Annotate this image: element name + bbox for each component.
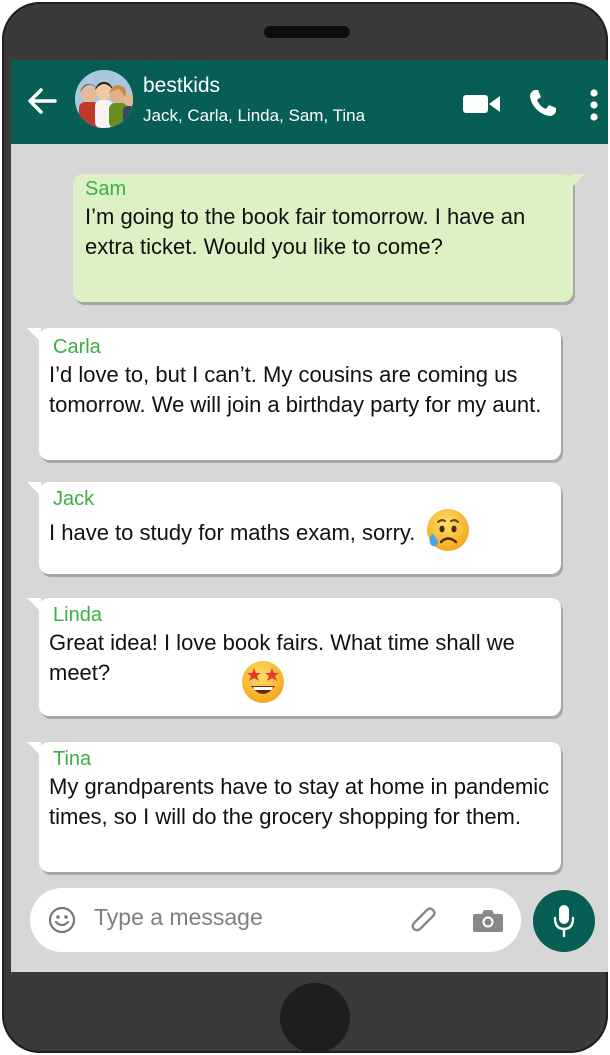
message-text: I’d love to, but I can’t. My cousins are… [49, 362, 542, 417]
phone-icon[interactable] [528, 88, 558, 118]
message-text: I’m going to the book fair tomorrow. I h… [85, 204, 526, 259]
chat-screen: bestkids Jack, Carla, Linda, Sam, Tina S… [11, 60, 608, 972]
chat-title[interactable]: bestkids [143, 74, 220, 98]
back-arrow-icon[interactable] [25, 84, 59, 118]
mic-icon [553, 905, 575, 938]
group-avatar[interactable] [75, 70, 133, 128]
mic-button[interactable] [533, 890, 595, 952]
phone-speaker [264, 26, 350, 38]
message-bubble-incoming[interactable]: Jack I have to study for maths exam, sor… [27, 482, 561, 574]
message-bubble-incoming[interactable]: Carla I’d love to, but I can’t. My cousi… [27, 328, 561, 460]
bubble-tail [27, 742, 41, 756]
video-call-icon[interactable] [463, 92, 501, 116]
message-text: I have to study for maths exam, sorry. [49, 520, 416, 545]
more-options-icon[interactable] [589, 88, 599, 122]
message-sender: Carla [53, 336, 101, 358]
home-button[interactable] [280, 983, 350, 1053]
message-bubble-outgoing[interactable]: Sam I’m going to the book fair tomorrow.… [73, 174, 585, 302]
bubble-tail [27, 598, 41, 612]
message-bubble-incoming[interactable]: Linda Great idea! I love book fairs. Wha… [27, 598, 561, 716]
message-sender: Linda [53, 604, 102, 626]
message-sender: Tina [53, 748, 92, 770]
camera-icon[interactable] [471, 906, 505, 934]
smiley-icon[interactable] [48, 906, 76, 934]
chat-header: bestkids Jack, Carla, Linda, Sam, Tina [11, 60, 608, 144]
sad-tear-emoji [427, 509, 470, 551]
message-sender: Jack [53, 488, 95, 510]
message-input-bar[interactable]: Type a message [30, 888, 521, 952]
chat-members[interactable]: Jack, Carla, Linda, Sam, Tina [143, 106, 365, 126]
bubble-tail [27, 482, 41, 496]
phone-frame: bestkids Jack, Carla, Linda, Sam, Tina S… [2, 2, 608, 1053]
message-sender: Sam [85, 178, 127, 200]
message-bubble-incoming[interactable]: Tina My grandparents have to stay at hom… [27, 742, 561, 872]
message-input[interactable]: Type a message [94, 904, 263, 931]
star-struck-emoji [242, 661, 284, 703]
bubble-tail [27, 328, 41, 342]
bubble-tail [571, 174, 585, 188]
attach-icon[interactable] [407, 904, 441, 938]
message-text: My grandparents have to stay at home in … [49, 774, 550, 829]
